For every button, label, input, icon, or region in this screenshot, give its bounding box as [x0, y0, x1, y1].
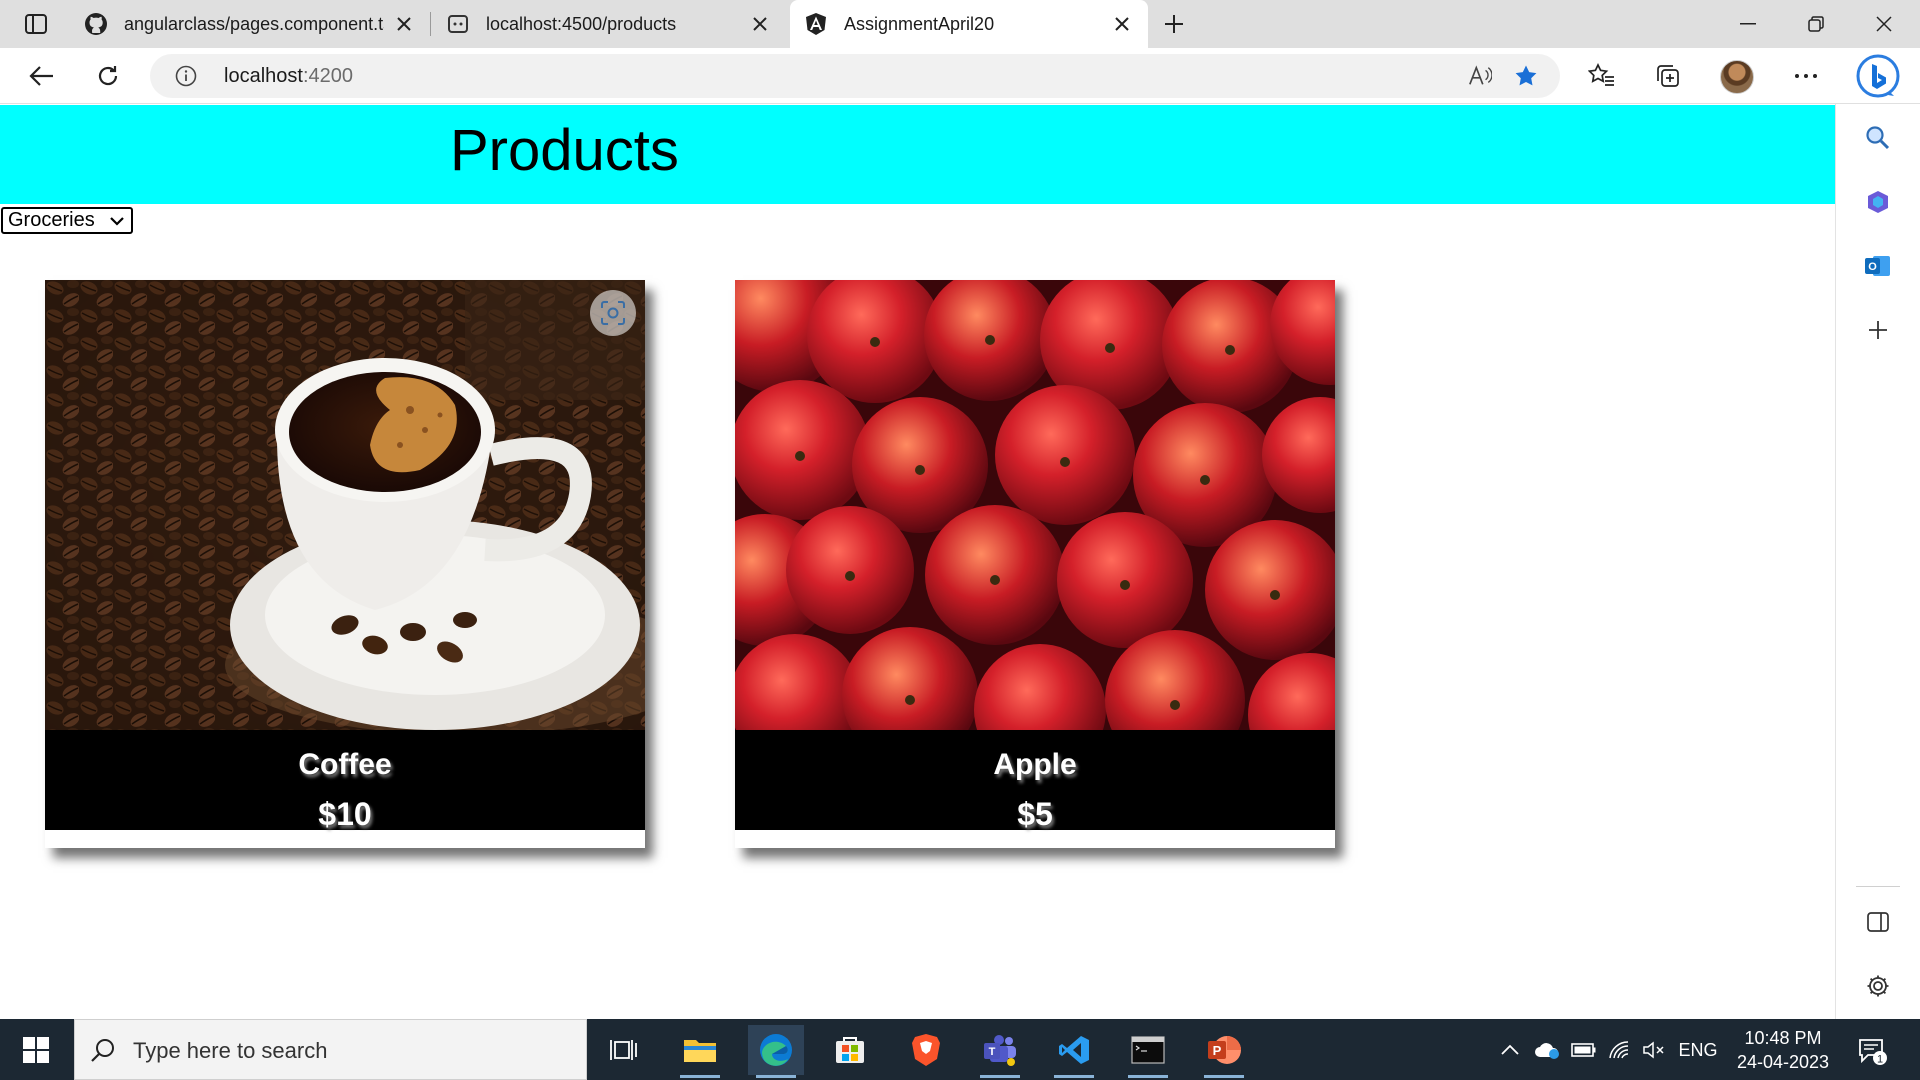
tab-separator — [430, 12, 431, 36]
svg-text:P: P — [1213, 1043, 1222, 1058]
tab-products-4500[interactable]: localhost:4500/products — [432, 0, 786, 48]
settings-gear-icon[interactable] — [1858, 966, 1898, 1006]
close-window-icon[interactable] — [1850, 0, 1918, 48]
search-placeholder: Type here to search — [133, 1038, 328, 1063]
site-info-icon[interactable] — [174, 64, 198, 88]
edge-browser-icon[interactable] — [748, 1025, 804, 1078]
product-price: $5 — [1017, 796, 1053, 832]
tab-actions-icon[interactable] — [16, 10, 56, 38]
url-text: localhost:4200 — [224, 65, 353, 88]
taskbar-search-input[interactable]: Type here to search — [74, 1019, 587, 1080]
close-tab-icon[interactable] — [392, 12, 416, 36]
chevron-up-icon[interactable] — [1498, 1037, 1522, 1063]
product-image-coffee — [45, 280, 645, 730]
task-view-icon[interactable] — [596, 1025, 652, 1075]
product-name: Coffee — [298, 748, 392, 781]
product-name: Apple — [993, 748, 1077, 781]
search-icon[interactable] — [1858, 118, 1898, 158]
tab-assignment[interactable]: AssignmentApril20 — [790, 0, 1148, 48]
favorites-icon[interactable] — [1582, 56, 1622, 96]
favorite-star-icon[interactable] — [1514, 64, 1538, 88]
edge-sidebar: O — [1835, 104, 1920, 1019]
url-port: :4200 — [302, 65, 353, 87]
address-bar[interactable]: localhost:4200 — [150, 54, 1560, 98]
windows-taskbar: Type here to search T P ENG 10:48 PM 24-… — [0, 1019, 1920, 1080]
volume-muted-icon[interactable] — [1640, 1037, 1668, 1063]
visual-search-icon[interactable] — [590, 290, 636, 336]
refresh-icon[interactable] — [88, 56, 128, 96]
terminal-icon[interactable] — [1120, 1025, 1176, 1078]
battery-icon[interactable] — [1570, 1037, 1598, 1063]
sidebar-panel-icon[interactable] — [1858, 902, 1898, 942]
svg-text:O: O — [1868, 261, 1877, 273]
new-tab-icon[interactable] — [1158, 8, 1190, 40]
profile-avatar[interactable] — [1720, 60, 1754, 94]
system-clock[interactable]: 10:48 PM 24-04-2023 — [1724, 1026, 1842, 1074]
page-header: Products — [0, 105, 1835, 204]
notification-icon[interactable]: 1 — [1852, 1033, 1892, 1069]
product-price: $10 — [318, 796, 372, 832]
tab-github[interactable]: angularclass/pages.component.ts — [70, 0, 430, 48]
read-aloud-icon[interactable] — [1468, 64, 1492, 88]
back-icon[interactable] — [22, 56, 62, 96]
vscode-icon[interactable] — [1046, 1025, 1102, 1078]
teams-icon[interactable]: T — [972, 1025, 1028, 1078]
github-icon — [84, 12, 108, 36]
outlook-icon[interactable]: O — [1858, 246, 1898, 286]
url-host: localhost — [224, 65, 303, 87]
clock-date: 24-04-2023 — [1736, 1052, 1830, 1072]
restore-icon[interactable] — [1782, 0, 1850, 48]
sidebar-divider — [1856, 886, 1900, 887]
search-icon — [91, 1039, 114, 1062]
tab-title: angularclass/pages.component.ts — [124, 13, 384, 34]
copilot-icon[interactable] — [1858, 182, 1898, 222]
onedrive-icon[interactable] — [1532, 1037, 1562, 1063]
more-options-icon[interactable] — [1786, 56, 1826, 96]
product-caption: Apple $5 — [735, 730, 1335, 832]
microsoft-store-icon[interactable] — [822, 1025, 878, 1075]
angular-icon — [804, 12, 828, 36]
product-image-apple — [735, 280, 1335, 730]
collections-icon[interactable] — [1648, 56, 1688, 96]
chevron-down-icon — [110, 217, 124, 226]
web-page: Products Groceries Coffee $10 Apple $5 — [0, 105, 1835, 1019]
product-card-coffee[interactable]: Coffee $10 — [45, 280, 645, 848]
wifi-icon[interactable] — [1606, 1037, 1634, 1063]
product-caption: Coffee $10 — [45, 730, 645, 832]
windows-start-icon[interactable] — [14, 1033, 58, 1067]
clock-time: 10:48 PM — [1744, 1028, 1822, 1048]
notification-count: 1 — [1877, 1054, 1883, 1066]
language-indicator[interactable]: ENG — [1674, 1037, 1722, 1063]
page-icon — [446, 12, 470, 36]
svg-text:T: T — [989, 1046, 996, 1058]
category-select-value: Groceries — [8, 209, 95, 231]
powerpoint-icon[interactable]: P — [1196, 1025, 1252, 1078]
minimize-icon[interactable] — [1714, 0, 1782, 48]
page-title: Products — [450, 118, 679, 183]
browser-toolbar: localhost:4200 — [0, 48, 1920, 104]
close-tab-icon[interactable] — [1110, 12, 1134, 36]
add-icon[interactable] — [1858, 310, 1898, 350]
tab-strip: angularclass/pages.component.ts localhos… — [0, 0, 1920, 48]
brave-browser-icon[interactable] — [898, 1025, 954, 1075]
bing-copilot-icon[interactable] — [1854, 52, 1902, 100]
tab-title: localhost:4500/products — [486, 13, 677, 34]
file-explorer-icon[interactable] — [672, 1025, 728, 1078]
product-card-apple[interactable]: Apple $5 — [735, 280, 1335, 848]
close-tab-icon[interactable] — [748, 12, 772, 36]
category-select[interactable]: Groceries — [1, 207, 133, 234]
tab-title: AssignmentApril20 — [844, 13, 995, 34]
